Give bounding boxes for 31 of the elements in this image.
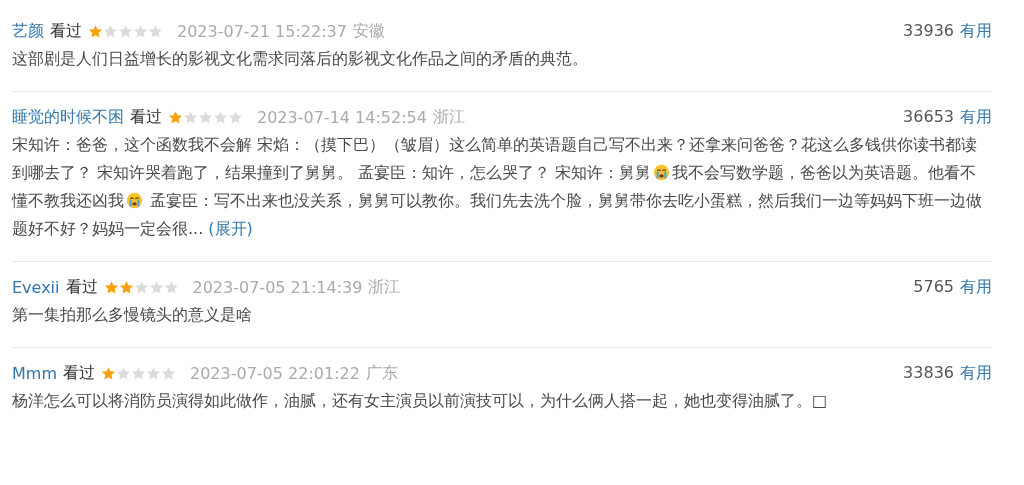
watch-status: 看过: [65, 276, 98, 298]
useful-link[interactable]: 有用: [960, 106, 992, 128]
crying-face-icon: [653, 164, 671, 181]
review-location: 浙江: [432, 106, 465, 128]
vote-count: 33836: [903, 362, 954, 384]
useful-link[interactable]: 有用: [960, 362, 992, 384]
vote-count: 36653: [903, 106, 954, 128]
review-location: 浙江: [368, 276, 401, 298]
vote-count: 33936: [903, 20, 954, 42]
review-time: 2023-07-14 14:52:54: [257, 107, 427, 127]
useful-link[interactable]: 有用: [960, 20, 992, 42]
user-name-link[interactable]: 艺颜: [12, 20, 44, 42]
review-time: 2023-07-05 22:01:22: [190, 363, 360, 383]
review-time: 2023-07-21 15:22:37: [177, 21, 347, 41]
review-location: 广东: [365, 362, 398, 384]
vote-count: 5765: [913, 276, 954, 298]
user-name-link[interactable]: Evexii: [12, 277, 60, 297]
watch-status: 看过: [50, 20, 82, 42]
user-name-link[interactable]: Mmm: [12, 363, 57, 383]
crying-face-icon: [126, 192, 143, 209]
watch-status: 看过: [63, 362, 95, 384]
review-time: 2023-07-05 21:14:39: [192, 277, 363, 297]
review-text: 宋知许：爸爸，这个函数我不会解 宋焰：（摸下巴）（皱眉）这么简单的英语题自己写不出来？还拿来问爸爸？花这么多钱供你读书都读到哪去了？ 宋知许哭着跑了，结果撞到了舅舅。 孟宴臣：知许，怎么哭了？ 宋知许：舅舅 我不会写数学题，爸爸以为英语题。他看不懂不教我还凶我 孟宴臣：写不出来也没关系，舅舅可以教你。我们先去洗个脸，舅舅带你去吃小蛋糕，然后我们一边等妈妈下班一边做题好不好？妈妈一定会很... (展开): [12, 134, 984, 240]
review-text: 这部剧是人们日益增长的影视文化需求同落后的影视文化作品之间的矛盾的典范。: [12, 48, 589, 70]
review-location: 安徽: [352, 20, 385, 42]
review-text: 第一集拍那么多慢镜头的意义是啥: [12, 304, 253, 326]
watch-status: 看过: [130, 106, 162, 128]
user-name-link[interactable]: 睡觉的时候不困: [12, 106, 124, 128]
review-text: 杨洋怎么可以将消防员演得如此做作，油腻，还有女主演员以前演技可以，为什么俩人搭一起，她也变得油腻了。□: [12, 390, 829, 412]
useful-link[interactable]: 有用: [960, 276, 992, 298]
expand-link[interactable]: (展开): [208, 219, 253, 238]
